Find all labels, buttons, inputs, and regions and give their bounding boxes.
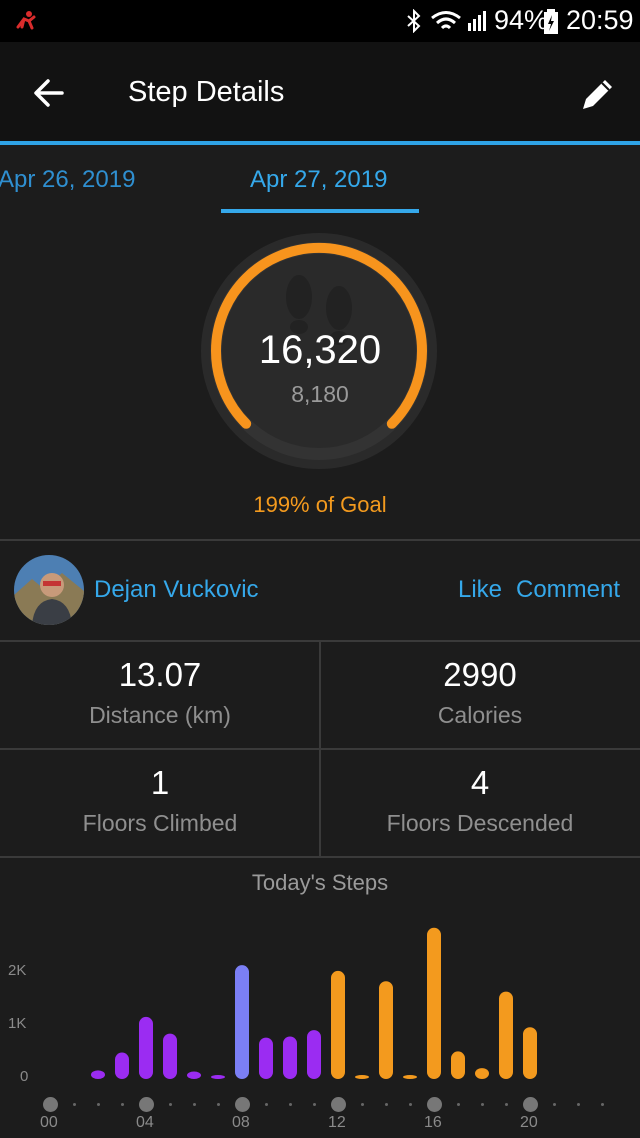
x-tick-20: 20	[520, 1114, 538, 1131]
x-minor-dot	[72, 1103, 76, 1106]
user-photo	[14, 555, 84, 625]
x-minor-dot	[120, 1103, 124, 1106]
back-arrow-icon[interactable]	[32, 76, 66, 110]
calories-value: 2990	[443, 656, 517, 693]
x-tick-16: 16	[424, 1114, 442, 1131]
step-goal: 8,180	[291, 381, 349, 407]
bar-hour-11	[307, 1030, 321, 1079]
bar-hour-4	[139, 1016, 153, 1079]
x-major-dot	[42, 1097, 58, 1112]
x-major-dot	[522, 1097, 538, 1112]
x-major-dot	[234, 1097, 250, 1112]
x-minor-dot	[288, 1103, 292, 1106]
x-minor-dot	[480, 1103, 484, 1106]
x-minor-dot	[504, 1103, 508, 1106]
bar-hour-15	[403, 1075, 417, 1079]
x-major-dot	[138, 1097, 154, 1112]
goal-percent: 199% of Goal	[253, 492, 387, 517]
x-minor-dot	[192, 1103, 196, 1106]
clock: 20:59	[566, 5, 634, 35]
bar-hour-14	[379, 981, 393, 1079]
signal-icon	[468, 11, 486, 31]
x-minor-dot	[552, 1103, 556, 1106]
app-bar-accent-line	[0, 141, 640, 145]
x-minor-dot	[264, 1103, 268, 1106]
garmin-connect-icon	[16, 11, 36, 30]
x-minor-dot	[600, 1103, 604, 1106]
page-title: Step Details	[128, 76, 285, 108]
x-tick-08: 08	[232, 1114, 250, 1131]
divider	[0, 539, 640, 541]
distance-label: Distance (km)	[89, 702, 231, 728]
active-tab-indicator	[221, 209, 419, 213]
floors-descended-value: 4	[470, 764, 490, 801]
calories-label: Calories	[437, 702, 523, 728]
divider	[0, 856, 640, 858]
step-count: 16,320	[258, 328, 382, 372]
x-major-dot	[330, 1097, 346, 1112]
bar-hour-13	[355, 1075, 369, 1079]
bar-hour-7	[211, 1075, 225, 1079]
battery-percent: 94%	[494, 5, 549, 35]
app-bar	[0, 42, 640, 142]
bar-hour-8	[235, 965, 249, 1079]
bar-hour-20	[523, 1027, 537, 1079]
tab-apr-26[interactable]: Apr 26, 2019	[0, 166, 135, 194]
x-minor-dot	[456, 1103, 460, 1106]
x-minor-dot	[312, 1103, 316, 1106]
bar-hour-19	[499, 991, 513, 1079]
like-link[interactable]: Like	[458, 576, 502, 604]
floors-descended-label: Floors Descended	[386, 810, 574, 836]
x-minor-dot	[360, 1103, 364, 1106]
x-major-dot	[426, 1097, 442, 1112]
x-minor-dot	[408, 1103, 412, 1106]
bar-hour-2	[91, 1070, 105, 1079]
x-tick-04: 04	[136, 1114, 154, 1131]
avatar[interactable]	[14, 555, 84, 625]
battery-icon	[544, 9, 558, 34]
x-minor-dot	[96, 1103, 100, 1106]
bar-hour-5	[163, 1033, 177, 1079]
x-minor-dot	[384, 1103, 388, 1106]
distance-value: 13.07	[118, 656, 202, 693]
tab-apr-27[interactable]: Apr 27, 2019	[250, 166, 387, 194]
chart-title: Today's Steps	[251, 870, 389, 895]
divider	[319, 642, 321, 748]
x-tick-12: 12	[328, 1114, 346, 1131]
bar-hour-16	[427, 927, 441, 1079]
bar-hour-6	[187, 1071, 201, 1079]
user-name-link[interactable]: Dejan Vuckovic	[94, 576, 259, 604]
steps-bar-chart	[91, 927, 537, 1079]
x-tick-00: 00	[40, 1114, 58, 1131]
floors-climbed-value: 1	[150, 764, 170, 801]
bar-hour-9	[259, 1037, 273, 1079]
bar-hour-18	[475, 1068, 489, 1079]
bar-hour-17	[451, 1051, 465, 1079]
divider	[319, 750, 321, 856]
wifi-icon	[431, 11, 461, 30]
comment-link[interactable]: Comment	[516, 576, 620, 604]
x-minor-dot	[168, 1103, 172, 1106]
bar-hour-3	[115, 1052, 129, 1079]
bar-hour-10	[283, 1036, 297, 1079]
bar-hour-12	[331, 970, 345, 1079]
edit-pencil-icon[interactable]	[578, 74, 618, 114]
x-minor-dot	[216, 1103, 220, 1106]
bluetooth-icon	[407, 9, 421, 33]
floors-climbed-label: Floors Climbed	[82, 810, 238, 836]
x-minor-dot	[576, 1103, 580, 1106]
